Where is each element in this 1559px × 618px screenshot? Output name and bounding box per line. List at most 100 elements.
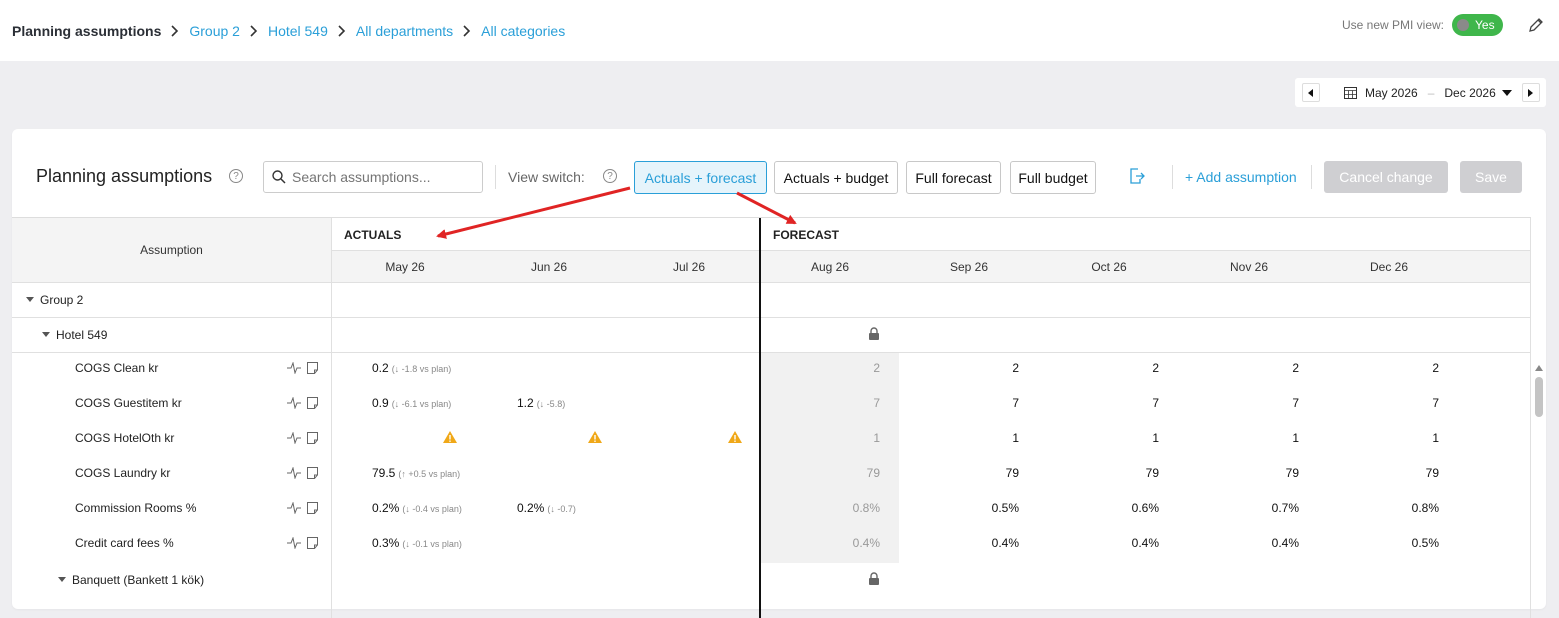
actual-value: 0.2% <box>372 501 400 515</box>
row-divider <box>12 282 1531 283</box>
chevron-down-icon[interactable] <box>1501 89 1512 96</box>
caret-down-icon[interactable] <box>26 297 34 302</box>
forecast-value-cell[interactable]: 0.6% <box>1132 501 1159 515</box>
add-assumption-link[interactable]: + Add assumption <box>1185 169 1297 185</box>
banquett-row[interactable]: Banquett (Bankett 1 kök) <box>58 573 204 587</box>
forecast-value-cell[interactable]: 1 <box>1432 431 1439 445</box>
assumption-label: Commission Rooms % <box>75 501 197 515</box>
assumption-label: Credit card fees % <box>75 536 174 550</box>
warning-icon[interactable] <box>443 431 457 443</box>
forecast-value-cell[interactable]: 7 <box>1432 396 1439 410</box>
breadcrumb-hotel[interactable]: Hotel 549 <box>268 23 328 39</box>
forecast-value-cell[interactable]: 79 <box>1006 466 1019 480</box>
cancel-change-button[interactable]: Cancel change <box>1324 161 1448 193</box>
note-icon[interactable] <box>307 432 318 444</box>
actual-value-cell: 79.5 (↑ +0.5 vs plan) <box>372 466 460 480</box>
view-actuals-forecast-button[interactable]: Actuals + forecast <box>634 161 767 194</box>
note-icon[interactable] <box>307 537 318 549</box>
view-full-budget-button[interactable]: Full budget <box>1010 161 1096 194</box>
month-header: Jul 26 <box>672 260 706 274</box>
vertical-scrollbar[interactable] <box>1532 207 1546 527</box>
pulse-chart-icon[interactable] <box>287 502 301 514</box>
note-icon[interactable] <box>307 467 318 479</box>
breadcrumb-departments[interactable]: All departments <box>356 23 453 39</box>
forecast-value-cell[interactable]: 0.8% <box>1412 501 1439 515</box>
pmi-toggle[interactable]: Yes <box>1452 14 1503 36</box>
row-actions <box>287 537 318 549</box>
chevron-right-icon <box>463 24 471 37</box>
actual-delta: (↓ -0.4 vs plan) <box>402 504 462 514</box>
caret-down-icon[interactable] <box>58 577 66 582</box>
chevron-right-icon <box>171 24 179 37</box>
forecast-value-cell: 0.4% <box>852 536 880 550</box>
view-switch-label: View switch: <box>508 169 585 185</box>
scroll-up-arrow-icon[interactable] <box>1535 365 1543 371</box>
card-title: Planning assumptions <box>36 166 213 186</box>
forecast-value-cell[interactable]: 1 <box>1292 431 1299 445</box>
forecast-value-cell[interactable]: 2 <box>1012 361 1019 375</box>
prev-period-button[interactable] <box>1302 83 1320 102</box>
note-icon[interactable] <box>307 397 318 409</box>
forecast-value-cell[interactable]: 0.7% <box>1272 501 1299 515</box>
group-row[interactable]: Group 2 <box>26 293 83 307</box>
date-range-picker: May 2026 – Dec 2026 <box>1295 78 1546 107</box>
pencil-icon[interactable] <box>1527 16 1545 34</box>
breadcrumb-categories[interactable]: All categories <box>481 23 565 39</box>
note-icon[interactable] <box>307 502 318 514</box>
search-box <box>263 161 483 193</box>
view-full-forecast-button[interactable]: Full forecast <box>906 161 1001 194</box>
search-icon <box>272 170 286 184</box>
view-actuals-budget-button[interactable]: Actuals + budget <box>774 161 898 194</box>
pulse-chart-icon[interactable] <box>287 362 301 374</box>
assumption-label: COGS Laundry kr <box>75 466 171 480</box>
pulse-chart-icon[interactable] <box>287 397 301 409</box>
forecast-value-cell[interactable]: 79 <box>1286 466 1299 480</box>
warning-icon[interactable] <box>588 431 602 443</box>
forecast-label: FORECAST <box>773 228 839 242</box>
warning-icon[interactable] <box>728 431 742 443</box>
note-icon[interactable] <box>307 362 318 374</box>
caret-down-icon[interactable] <box>42 332 50 337</box>
actual-value-cell: 0.9 (↓ -6.1 vs plan) <box>372 396 451 410</box>
save-button[interactable]: Save <box>1460 161 1522 193</box>
forecast-value-cell[interactable]: 0.5% <box>992 501 1019 515</box>
date-start[interactable]: May 2026 <box>1365 86 1418 100</box>
month-header: Aug 26 <box>810 260 850 274</box>
forecast-value-cell[interactable]: 7 <box>1012 396 1019 410</box>
hotel-row[interactable]: Hotel 549 <box>42 328 107 342</box>
scroll-thumb[interactable] <box>1535 377 1543 417</box>
actual-delta: (↓ -6.1 vs plan) <box>391 399 452 409</box>
forecast-value-cell: 0.8% <box>852 501 880 515</box>
forecast-value-cell[interactable]: 79 <box>1146 466 1159 480</box>
next-period-button[interactable] <box>1522 83 1540 102</box>
forecast-value-cell[interactable]: 7 <box>1292 396 1299 410</box>
forecast-value-cell[interactable]: 2 <box>1292 361 1299 375</box>
forecast-value-cell[interactable]: 7 <box>1152 396 1159 410</box>
assumptions-card: Planning assumptions ? View switch: ? Ac… <box>12 129 1546 618</box>
forecast-value-cell[interactable]: 2 <box>1432 361 1439 375</box>
actual-delta: (↓ -5.8) <box>536 399 566 409</box>
search-input[interactable] <box>292 169 472 185</box>
row-actions <box>287 432 318 444</box>
date-end[interactable]: Dec 2026 <box>1444 86 1495 100</box>
view-help-icon[interactable]: ? <box>603 169 617 183</box>
breadcrumb-group[interactable]: Group 2 <box>189 23 240 39</box>
export-icon[interactable] <box>1128 167 1146 185</box>
forecast-value-cell[interactable]: 79 <box>1426 466 1439 480</box>
month-header-row <box>332 251 1531 282</box>
forecast-value-cell[interactable]: 1 <box>1012 431 1019 445</box>
assumption-label: COGS HotelOth kr <box>75 431 175 445</box>
forecast-value-cell[interactable]: 1 <box>1152 431 1159 445</box>
actual-value-cell: 0.3% (↓ -0.1 vs plan) <box>372 536 462 550</box>
forecast-value-cell[interactable]: 0.4% <box>992 536 1019 550</box>
pulse-chart-icon[interactable] <box>287 467 301 479</box>
forecast-value-cell[interactable]: 0.4% <box>1132 536 1159 550</box>
forecast-value-cell[interactable]: 0.5% <box>1412 536 1439 550</box>
forecast-value-cell[interactable]: 0.4% <box>1272 536 1299 550</box>
pulse-chart-icon[interactable] <box>287 432 301 444</box>
pmi-view-switch: Use new PMI view: Yes <box>1342 14 1545 36</box>
help-icon[interactable]: ? <box>229 169 243 183</box>
month-header: Nov 26 <box>1229 260 1269 274</box>
pulse-chart-icon[interactable] <box>287 537 301 549</box>
forecast-value-cell[interactable]: 2 <box>1152 361 1159 375</box>
